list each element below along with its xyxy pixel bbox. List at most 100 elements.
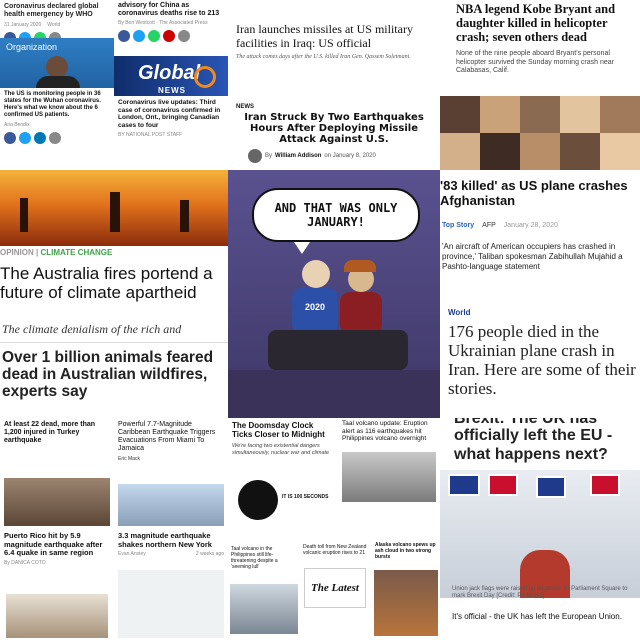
afghan-headline: '83 killed' as US plane crashes Afghanis…	[440, 178, 628, 208]
afghan-source: AFP	[482, 222, 496, 229]
canada-updates-tile[interactable]: Coronavirus live updates: Third case of …	[114, 96, 228, 170]
top-story-tag[interactable]: Top Story	[442, 222, 474, 229]
ny-quake-map[interactable]	[118, 570, 224, 638]
facebook-icon[interactable]	[4, 132, 16, 144]
iran-earthquakes-tile[interactable]: NEWS Iran Struck By Two Earthquakes Hour…	[228, 86, 440, 170]
linkedin-icon[interactable]	[34, 132, 46, 144]
canada-byline: BY NATIONAL POST STAFF	[118, 132, 183, 138]
character-shirt-2020: 2020	[292, 288, 338, 334]
character-hair-right	[344, 260, 376, 272]
speaker-head	[46, 56, 68, 78]
doomsday-headline: The Doomsday Clock Ticks Closer to Midni…	[232, 421, 325, 439]
monitoring-byline: Aria Bendix	[4, 122, 30, 128]
global-news-ring-icon	[194, 66, 216, 88]
speech-bubble: AND THAT WAS ONLY JANUARY!	[252, 188, 420, 242]
canada-headline: Coronavirus live updates: Third case of …	[118, 99, 221, 129]
alaska-volcano-tile[interactable]: Alaska volcano spews up ash cloud in two…	[372, 530, 440, 640]
taal-small-photo	[230, 584, 298, 634]
iran-earthquakes-tag: NEWS	[236, 104, 254, 110]
china-advisory-headline: advisory for China as coronavirus deaths…	[118, 2, 220, 17]
character-shirt-right	[340, 292, 382, 334]
ukraine-headline: 176 people died in the Ukrainian plane c…	[448, 322, 636, 398]
caribbean-crowd-photo	[118, 484, 224, 526]
brexit-tile[interactable]: Brexit: The UK has officially left the E…	[440, 418, 640, 640]
character-head-left	[302, 260, 330, 288]
afghan-crash-tile[interactable]: '83 killed' as US plane crashes Afghanis…	[440, 170, 640, 298]
ukraine-plane-tile[interactable]: World 176 people died in the Ukrainian p…	[440, 298, 640, 418]
whatsapp-icon[interactable]	[148, 30, 160, 42]
author-avatar	[248, 149, 262, 163]
taal-headline: Taal volcano update: Eruption alert as 1…	[342, 420, 428, 442]
iran-earthquakes-date: on January 8, 2020	[324, 153, 376, 159]
alaska-headline: Alaska volcano spews up ash cloud in two…	[375, 542, 436, 560]
facebook-icon[interactable]	[118, 30, 130, 42]
puerto-rico-tile[interactable]: Puerto Rico hit by 5.9 magnitude earthqu…	[0, 530, 114, 640]
global-news-sub: NEWS	[158, 86, 186, 95]
alaska-eruption-photo	[374, 570, 438, 636]
climate-change-kicker[interactable]: CLIMATE CHANGE	[40, 248, 112, 257]
taal-small-headline: Taal volcano in the Philippines still li…	[231, 546, 278, 570]
afghan-body: 'An aircraft of American occupiers has c…	[442, 242, 623, 271]
australia-fires-tile[interactable]: OPINION | CLIMATE CHANGE The Australia f…	[0, 170, 228, 342]
comic-ground	[228, 370, 440, 418]
iran-earthquakes-headline: Iran Struck By Two Earthquakes Hours Aft…	[244, 112, 424, 145]
taal-small-tile[interactable]: Taal volcano in the Philippines still li…	[228, 530, 300, 640]
email-icon[interactable]	[49, 132, 61, 144]
taal-ash-photo	[342, 452, 436, 502]
iran-earthquakes-byline-prefix: By	[265, 153, 273, 159]
monitoring-share-bar	[0, 132, 114, 144]
iran-missiles-dek: The attack comes days after the U.S. kil…	[236, 54, 411, 60]
nz-volcano-headline: Death toll from New Zealand volcanic eru…	[303, 544, 367, 556]
caribbean-headline: Powerful 7.7-Magnitude Caribbean Earthqu…	[118, 421, 216, 452]
rubble-seat	[268, 330, 408, 370]
doomsday-tile[interactable]: The Doomsday Clock Ticks Closer to Midni…	[228, 418, 338, 528]
speech-bubble-tail	[294, 242, 310, 254]
turkey-quake-tile[interactable]: At least 22 dead, more than 1,200 injure…	[0, 418, 114, 530]
twitter-icon[interactable]	[19, 132, 31, 144]
email-icon[interactable]	[178, 30, 190, 42]
monitoring-headline: The US is monitoring people in 36 states…	[4, 91, 101, 118]
turkey-headline: At least 22 dead, more than 1,200 injure…	[4, 421, 96, 444]
puerto-rico-church-photo	[6, 594, 108, 638]
australia-fires-dek: The climate denialism of the rich and	[2, 322, 182, 336]
clock-caption: IT IS 100 SECONDS	[282, 494, 329, 500]
pinterest-icon[interactable]	[163, 30, 175, 42]
kobe-article-tile[interactable]: NBA legend Kobe Bryant and daughter kill…	[440, 0, 640, 170]
iran-missiles-tile[interactable]: Iran launches missiles at US military fa…	[228, 0, 440, 86]
china-advisory-byline: By Ben Westcott · The Associated Press	[118, 20, 208, 26]
nz-volcano-tile[interactable]: Death toll from New Zealand volcanic eru…	[300, 530, 372, 640]
animals-article-tile[interactable]: Over 1 billion animals feared dead in Au…	[0, 342, 228, 418]
kobe-headline: NBA legend Kobe Bryant and daughter kill…	[456, 2, 616, 44]
twitter-icon[interactable]	[133, 30, 145, 42]
who-date: 31 January 2020	[4, 22, 42, 28]
ny-quake-age: 2 weeks ago	[195, 551, 224, 557]
monitoring-article-tile[interactable]: The US is monitoring people in 36 states…	[0, 88, 114, 170]
comic-tile: AND THAT WAS ONLY JANUARY! 2020	[228, 170, 440, 418]
caribbean-quake-tile[interactable]: Powerful 7.7-Magnitude Caribbean Earthqu…	[114, 418, 228, 530]
taal-volcano-tile[interactable]: Taal volcano update: Eruption alert as 1…	[338, 418, 440, 530]
latest-logo-text: The Latest	[311, 582, 359, 594]
caribbean-byline: Eric Mack	[118, 456, 140, 462]
who-section: World	[47, 22, 61, 28]
ny-quake-byline: Evan Anstey	[118, 551, 146, 557]
kobe-dek: None of the nine people aboard Bryant's …	[456, 50, 614, 74]
china-share-bar	[114, 30, 228, 42]
china-advisory-tile[interactable]: advisory for China as coronavirus deaths…	[114, 0, 228, 56]
union-jack-photo	[440, 470, 640, 598]
puerto-rico-headline: Puerto Rico hit by 5.9 magnitude earthqu…	[4, 531, 103, 557]
brexit-body: It's official - the UK has left the Euro…	[452, 612, 622, 621]
ukraine-section[interactable]: World	[448, 308, 471, 317]
iran-earthquakes-author[interactable]: William Addison	[275, 153, 321, 159]
iran-missiles-headline: Iran launches missiles at US military fa…	[236, 22, 413, 50]
ny-quake-tile[interactable]: 3.3 magnitude earthquake shakes northern…	[114, 530, 228, 640]
doomsday-dek: We're facing two existential dangers sim…	[232, 443, 330, 456]
turkey-rubble-photo	[4, 478, 110, 526]
speech-bubble-text: AND THAT WAS ONLY JANUARY!	[274, 201, 398, 229]
who-sign-text: Organization	[6, 42, 58, 52]
victims-photo-grid	[440, 96, 640, 170]
latest-logo-box: The Latest	[304, 568, 366, 608]
opinion-kicker: OPINION	[0, 248, 34, 257]
bushfire-photo	[0, 170, 228, 246]
doomsday-clock-graphic: IT IS 100 SECONDS	[232, 480, 334, 526]
clock-face-icon	[238, 480, 278, 520]
